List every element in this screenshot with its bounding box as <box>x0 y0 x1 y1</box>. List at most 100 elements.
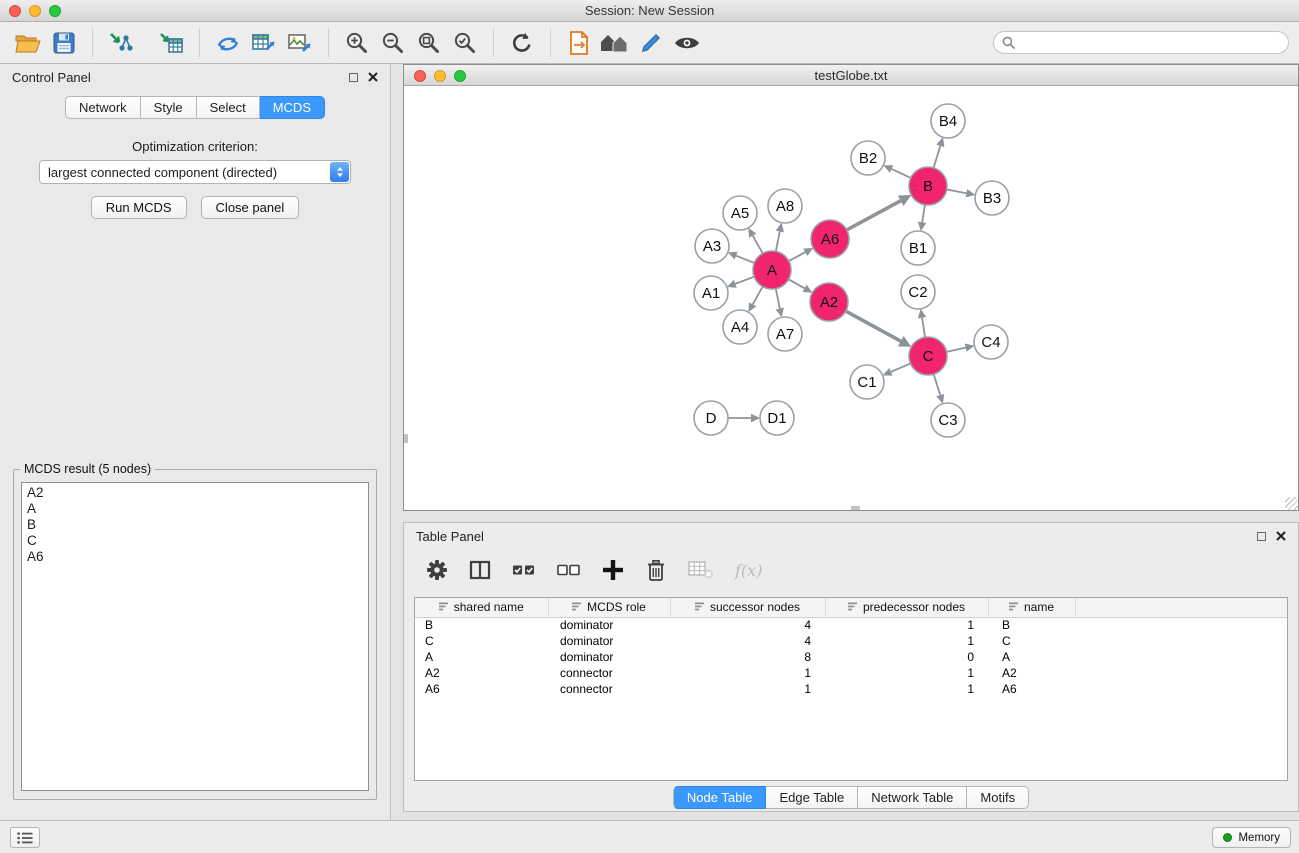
cell-shared-name[interactable]: A2 <box>415 665 548 681</box>
cell-MCDS-role[interactable]: connector <box>548 665 670 681</box>
style-brush-icon[interactable] <box>633 25 669 61</box>
home-icon[interactable] <box>597 25 633 61</box>
close-panel-icon[interactable] <box>1276 531 1286 541</box>
delete-table-icon[interactable] <box>688 560 714 580</box>
graph-edge-A-A6[interactable] <box>789 252 806 261</box>
cell-shared-name[interactable]: C <box>415 633 548 649</box>
zoom-in-icon[interactable] <box>339 25 375 61</box>
column-visibility-icon[interactable] <box>469 559 491 581</box>
task-history-button[interactable] <box>10 827 40 848</box>
close-panel-button[interactable]: Close panel <box>201 196 300 219</box>
document-icon[interactable] <box>561 25 597 61</box>
cell-successor-nodes[interactable]: 4 <box>670 617 825 633</box>
cell-successor-nodes[interactable]: 8 <box>670 649 825 665</box>
cell-shared-name[interactable]: A <box>415 649 548 665</box>
graph-edge-A-A2[interactable] <box>789 279 805 288</box>
cell-predecessor-nodes[interactable]: 1 <box>825 681 988 697</box>
deselect-all-icon[interactable] <box>557 563 581 577</box>
column-header-predecessor-nodes[interactable]: predecessor nodes <box>825 598 988 617</box>
tab-select[interactable]: Select <box>197 96 260 119</box>
float-panel-icon[interactable] <box>349 73 358 82</box>
tab-node-table[interactable]: Node Table <box>673 786 767 809</box>
table-row[interactable]: Adominator80A <box>415 649 1287 665</box>
graph-edge-A2-C[interactable] <box>846 311 901 341</box>
cell-predecessor-nodes[interactable]: 1 <box>825 633 988 649</box>
float-panel-icon[interactable] <box>1257 532 1266 541</box>
cell-shared-name[interactable]: B <box>415 617 548 633</box>
table-row[interactable]: A6connector11A6 <box>415 681 1287 697</box>
graph-edge-C-C2[interactable] <box>922 318 925 338</box>
open-session-icon[interactable] <box>10 25 46 61</box>
save-session-icon[interactable] <box>46 25 82 61</box>
export-image-icon[interactable] <box>282 25 318 61</box>
zoom-fit-icon[interactable] <box>411 25 447 61</box>
mcds-result-item[interactable]: C <box>22 533 368 549</box>
app-titlebar[interactable]: Session: New Session <box>0 0 1299 22</box>
cell-predecessor-nodes[interactable]: 1 <box>825 665 988 681</box>
apply-layout-icon[interactable] <box>504 25 540 61</box>
mcds-result-item[interactable]: B <box>22 517 368 533</box>
graph-edge-B-B2[interactable] <box>892 169 911 178</box>
network-window[interactable]: testGlobe.txt AA1A2A3A4A5A6A7A8BB1B2B3B4… <box>403 64 1299 511</box>
graph-edge-A-A7[interactable] <box>776 289 780 309</box>
cell-name[interactable]: A2 <box>988 665 1075 681</box>
graph-edge-A6-B[interactable] <box>847 201 901 230</box>
tab-mcds[interactable]: MCDS <box>260 96 325 119</box>
cell-successor-nodes[interactable]: 1 <box>670 681 825 697</box>
cell-name[interactable]: C <box>988 633 1075 649</box>
search-input[interactable] <box>1020 36 1280 50</box>
graph-edge-A-A3[interactable] <box>736 256 754 263</box>
graph-edge-A-A5[interactable] <box>753 236 763 254</box>
graph-edge-C-C3[interactable] <box>934 374 941 395</box>
mcds-result-list[interactable]: A2ABCA6 <box>21 482 369 791</box>
function-builder-icon[interactable]: f(x) <box>735 561 762 580</box>
mcds-result-item[interactable]: A <box>22 501 368 517</box>
cell-MCDS-role[interactable]: dominator <box>548 617 670 633</box>
graph-edge-C-C4[interactable] <box>947 348 966 352</box>
cell-successor-nodes[interactable]: 1 <box>670 665 825 681</box>
tab-network-table[interactable]: Network Table <box>858 786 967 809</box>
graph-edge-A-A8[interactable] <box>776 231 780 251</box>
export-network-icon[interactable] <box>210 25 246 61</box>
mcds-result-item[interactable]: A2 <box>22 485 368 501</box>
graph-edge-B-B1[interactable] <box>922 205 925 223</box>
memory-button[interactable]: Memory <box>1212 827 1291 848</box>
zoom-selected-icon[interactable] <box>447 25 483 61</box>
graph-edge-B-B3[interactable] <box>947 190 967 194</box>
settings-gear-icon[interactable] <box>426 559 448 581</box>
optimization-criterion-select[interactable]: largest connected component (directed) <box>39 160 351 184</box>
graph-edge-C-C1[interactable] <box>891 363 911 371</box>
search-box[interactable] <box>993 31 1289 54</box>
tab-edge-table[interactable]: Edge Table <box>766 786 858 809</box>
zoom-out-icon[interactable] <box>375 25 411 61</box>
graph-edge-B-B4[interactable] <box>934 146 941 168</box>
table-row[interactable]: A2connector11A2 <box>415 665 1287 681</box>
run-mcds-button[interactable]: Run MCDS <box>91 196 187 219</box>
network-window-titlebar[interactable]: testGlobe.txt <box>404 65 1298 86</box>
resize-handle[interactable] <box>1285 497 1298 510</box>
import-network-icon[interactable] <box>103 25 139 61</box>
table-row[interactable]: Cdominator41C <box>415 633 1287 649</box>
tab-motifs[interactable]: Motifs <box>967 786 1029 809</box>
column-header-shared-name[interactable]: shared name <box>415 598 548 617</box>
cell-MCDS-role[interactable]: dominator <box>548 633 670 649</box>
cell-MCDS-role[interactable]: connector <box>548 681 670 697</box>
mcds-result-item[interactable]: A6 <box>22 549 368 565</box>
column-header-MCDS-role[interactable]: MCDS role <box>548 598 670 617</box>
node-table[interactable]: shared nameMCDS rolesuccessor nodesprede… <box>414 597 1288 781</box>
graph-edge-A-A4[interactable] <box>753 287 763 305</box>
tab-style[interactable]: Style <box>141 96 197 119</box>
cell-name[interactable]: A <box>988 649 1075 665</box>
import-table-icon[interactable] <box>153 25 189 61</box>
table-row[interactable]: Bdominator41B <box>415 617 1287 633</box>
column-header-successor-nodes[interactable]: successor nodes <box>670 598 825 617</box>
close-panel-icon[interactable] <box>368 72 378 82</box>
column-header-name[interactable]: name <box>988 598 1075 617</box>
eye-icon[interactable] <box>669 25 705 61</box>
cell-name[interactable]: A6 <box>988 681 1075 697</box>
cell-shared-name[interactable]: A6 <box>415 681 548 697</box>
cell-predecessor-nodes[interactable]: 0 <box>825 649 988 665</box>
tab-network[interactable]: Network <box>65 96 141 119</box>
network-canvas[interactable]: AA1A2A3A4A5A6A7A8BB1B2B3B4CC1C2C3C4DD1 <box>404 86 1298 510</box>
export-table-icon[interactable] <box>246 25 282 61</box>
